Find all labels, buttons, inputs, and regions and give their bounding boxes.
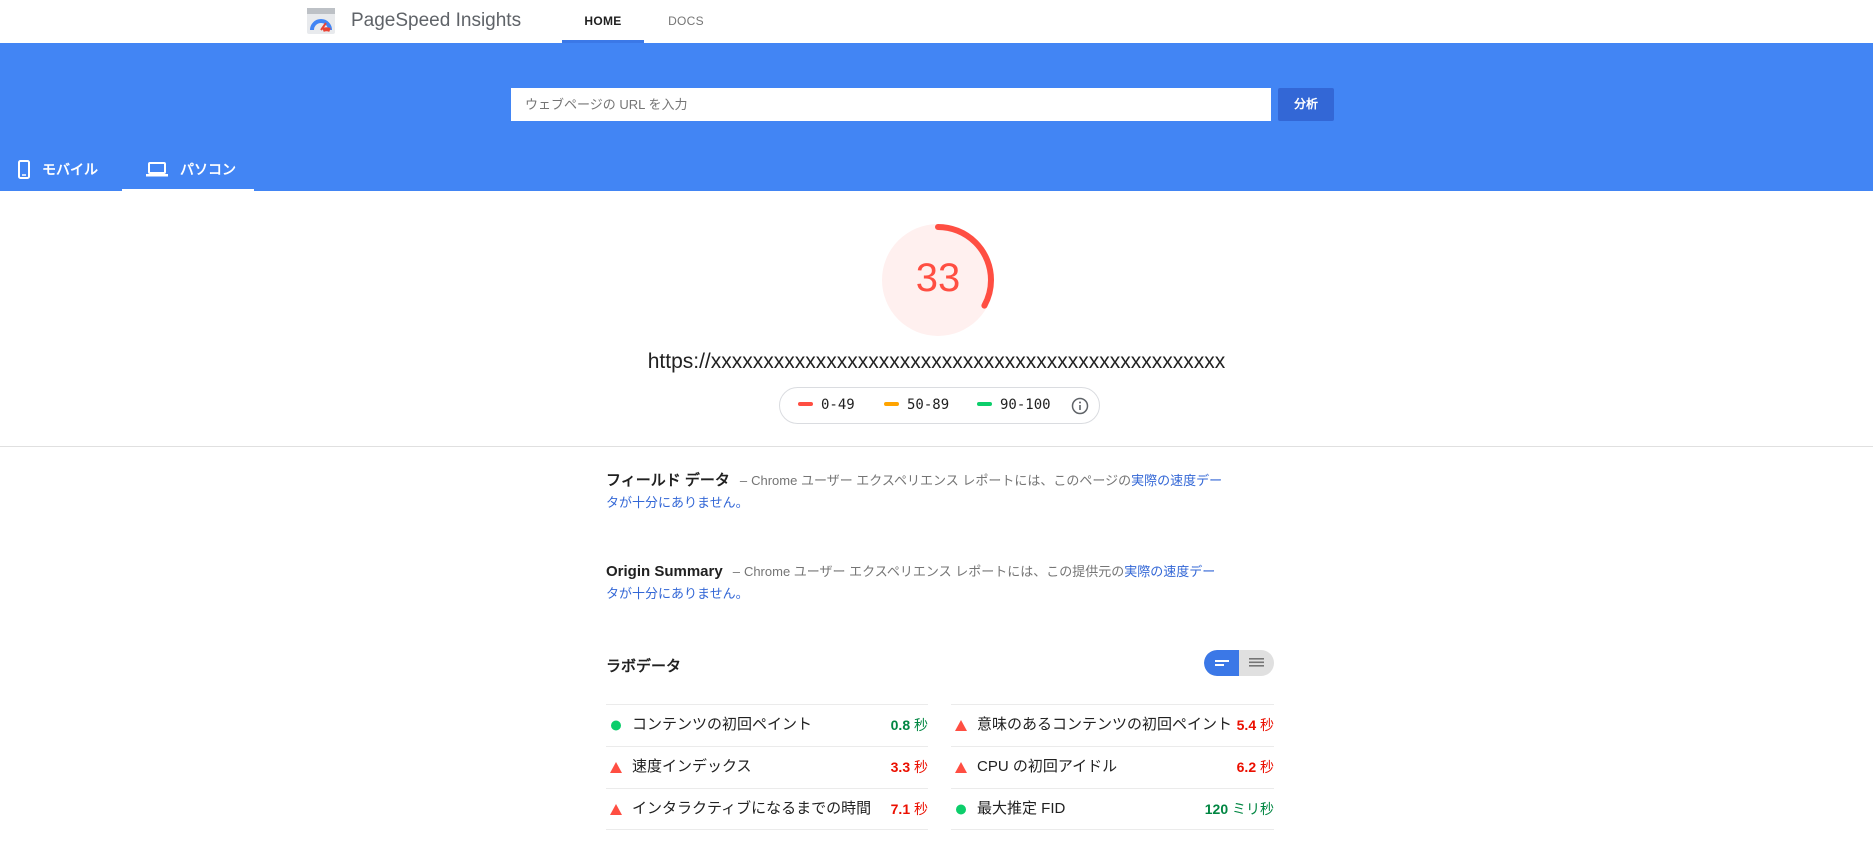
metric-label: コンテンツの初回ペイント — [632, 716, 813, 733]
summary-view-button[interactable] — [1204, 650, 1239, 676]
tab-docs[interactable]: DOCS — [650, 0, 722, 43]
metric-unit: ミリ秒 — [1228, 801, 1274, 817]
metric-number: 7.1 — [890, 801, 911, 817]
phone-icon — [18, 159, 30, 179]
metric-row: 速度インデックス 3.3 秒 — [606, 746, 928, 788]
analyzed-url: https://xxxxxxxxxxxxxxxxxxxxxxxxxxxxxxxx… — [647, 350, 1226, 373]
metric-row: 最大推定 FID 120 ミリ秒 — [951, 788, 1274, 830]
list-view-icon — [1249, 658, 1264, 667]
legend-label: 50-89 — [907, 397, 950, 413]
metric-label: 意味のあるコンテンツの初回ペイント — [977, 716, 1233, 733]
metric-row: コンテンツの初回ペイント 0.8 秒 — [606, 704, 928, 746]
metric-number: 0.8 — [890, 717, 911, 733]
metric-unit: 秒 — [1256, 717, 1274, 733]
info-icon[interactable] — [1071, 397, 1089, 415]
summary-view-icon — [1215, 660, 1229, 666]
metric-number: 5.4 — [1236, 717, 1257, 733]
metric-unit: 秒 — [1256, 759, 1274, 775]
metric-value: 7.1 秒 — [891, 789, 928, 829]
field-data-text: Chrome ユーザー エクスペリエンス レポートには、このページの — [751, 473, 1132, 488]
metric-value: 3.3 秒 — [891, 747, 928, 787]
metric-label: インタラクティブになるまでの時間 — [632, 800, 872, 817]
field-data-title: フィールド データ — [606, 472, 730, 489]
fail-triangle-icon — [610, 804, 622, 815]
tab-desktop[interactable]: パソコン — [122, 155, 254, 191]
metric-number: 3.3 — [890, 759, 911, 775]
pass-circle-icon — [611, 720, 621, 731]
tab-mobile-label: モバイル — [42, 161, 98, 178]
tab-home[interactable]: HOME — [562, 0, 644, 43]
pagespeed-logo-icon[interactable] — [307, 8, 335, 34]
metric-value: 5.4 秒 — [1237, 705, 1274, 745]
legend-swatch-orange — [884, 402, 899, 406]
view-toggle[interactable] — [1204, 650, 1274, 676]
metric-row: インタラクティブになるまでの時間 7.1 秒 — [606, 788, 928, 830]
field-data-section: フィールド データ – Chrome ユーザー エクスペリエンス レポートには、この… — [606, 470, 1228, 514]
tab-mobile[interactable]: モバイル — [12, 155, 122, 191]
origin-summary-dash: – — [732, 564, 740, 579]
metric-value: 6.2 秒 — [1237, 747, 1274, 787]
field-data-dash: – — [739, 473, 748, 488]
legend-swatch-green — [977, 402, 992, 406]
metric-unit: 秒 — [910, 801, 928, 817]
fail-triangle-icon — [955, 720, 967, 731]
metric-value: 120 ミリ秒 — [1205, 789, 1274, 829]
metrics-column-left: コンテンツの初回ペイント 0.8 秒 速度インデックス 3.3 秒 インタラクテ… — [606, 704, 928, 830]
legend-item-pass: 90-100 — [977, 388, 1051, 423]
legend-item-fail: 0-49 — [798, 388, 855, 423]
legend-label: 0-49 — [821, 397, 855, 413]
origin-summary-title: Origin Summary — [606, 563, 723, 580]
performance-score: 33 — [915, 256, 961, 300]
origin-summary-text: Chrome ユーザー エクスペリエンス レポートには、この提供元の — [743, 564, 1125, 579]
detail-view-button[interactable] — [1239, 650, 1274, 676]
metric-value: 0.8 秒 — [891, 705, 928, 745]
score-legend: 0-49 50-89 90-100 — [779, 387, 1100, 424]
url-input[interactable] — [511, 88, 1271, 121]
app-title: PageSpeed Insights — [351, 10, 522, 31]
top-nav: PageSpeed Insights HOME DOCS — [0, 0, 1873, 43]
metric-row: CPU の初回アイドル 6.2 秒 — [951, 746, 1274, 788]
fail-triangle-icon — [610, 762, 622, 773]
legend-label: 90-100 — [1000, 397, 1051, 413]
metric-unit: 秒 — [910, 759, 928, 775]
pass-circle-icon — [956, 804, 966, 815]
tab-desktop-label: パソコン — [180, 161, 236, 178]
metric-number: 120 — [1204, 801, 1229, 817]
metric-label: CPU の初回アイドル — [977, 758, 1118, 775]
origin-summary-section: Origin Summary – Chrome ユーザー エクスペリエンス レポート… — [606, 561, 1228, 605]
metric-unit: 秒 — [910, 717, 928, 733]
metric-row: 意味のあるコンテンツの初回ペイント 5.4 秒 — [951, 704, 1274, 746]
legend-swatch-red — [798, 402, 813, 406]
fail-triangle-icon — [955, 762, 967, 773]
metric-label: 速度インデックス — [632, 758, 752, 775]
metric-number: 6.2 — [1236, 759, 1257, 775]
metrics-column-right: 意味のあるコンテンツの初回ペイント 5.4 秒 CPU の初回アイドル 6.2 … — [951, 704, 1274, 830]
section-divider — [0, 446, 1873, 447]
metric-label: 最大推定 FID — [977, 800, 1066, 817]
lab-data-title: ラボデータ — [606, 658, 682, 675]
laptop-icon — [146, 161, 168, 177]
analyze-button[interactable]: 分析 — [1278, 88, 1334, 121]
search-header: 分析 モバイル パソコン — [0, 43, 1873, 191]
legend-item-average: 50-89 — [884, 388, 949, 423]
